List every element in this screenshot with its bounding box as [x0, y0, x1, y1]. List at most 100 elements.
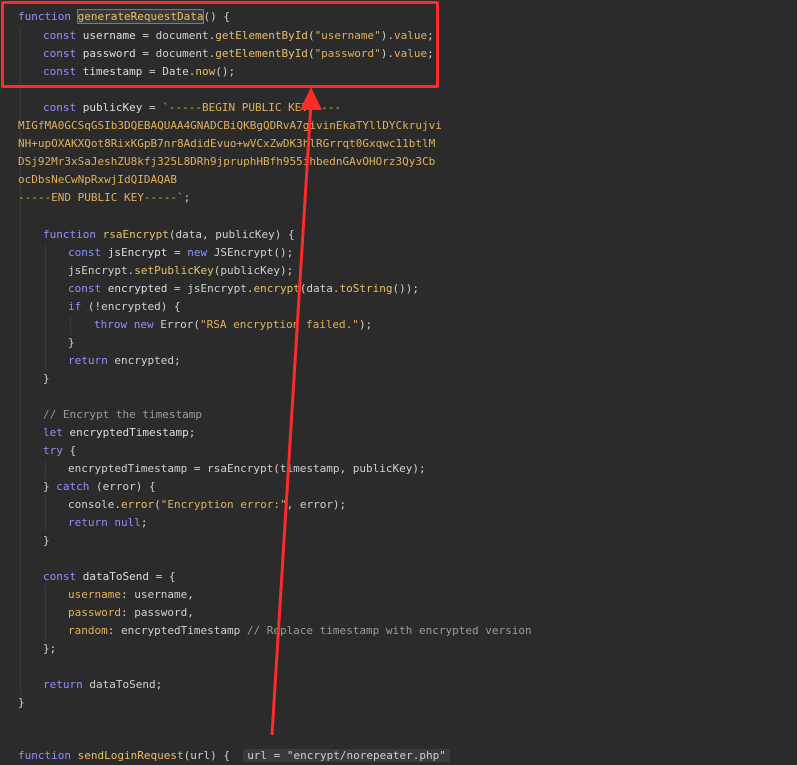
code-token: sendLoginRequest — [77, 749, 184, 762]
code-token: }; — [43, 642, 57, 655]
code-token: return — [68, 354, 115, 367]
code-line[interactable]: function sendLoginRequest(url) { url = "… — [18, 747, 450, 765]
code-token: function — [18, 749, 78, 762]
code-token: ; — [183, 191, 191, 204]
indent-guide — [45, 460, 46, 478]
code-line[interactable]: return encrypted; — [68, 352, 181, 370]
code-token: ); — [358, 318, 373, 331]
indent-guide — [70, 316, 71, 334]
code-token: "Encryption error:" — [160, 498, 287, 511]
code-line[interactable]: const encrypted = jsEncrypt.encrypt(data… — [68, 280, 419, 298]
code-token: ocDbsNeCwNpRxwjIdQIDAQAB — [18, 173, 177, 186]
code-token: (!encrypted) { — [87, 300, 181, 313]
code-token: if — [68, 300, 88, 313]
code-token: encrypted — [107, 282, 168, 295]
code-token: const — [68, 246, 108, 259]
code-token: dataToSend; — [89, 678, 163, 691]
code-token: encryptedTimestamp = rsaEncrypt(timestam… — [68, 462, 426, 475]
code-token: ()); — [392, 282, 420, 295]
code-token: catch — [56, 480, 96, 493]
code-token: = — [167, 246, 188, 259]
code-token: = { — [148, 570, 176, 583]
annotation-highlight-box — [1, 1, 439, 88]
code-line[interactable]: try { — [43, 442, 76, 460]
code-token: encryptedTimestamp — [69, 426, 189, 439]
code-token: // Encrypt the timestamp — [43, 408, 202, 421]
code-token: // Replace timestamp with encrypted vers… — [246, 624, 532, 637]
code-token: = jsEncrypt. — [167, 282, 254, 295]
code-line[interactable]: encryptedTimestamp = rsaEncrypt(timestam… — [68, 460, 426, 478]
code-token: MIGfMA0GCSqGSIb3DQEBAQUAA4GNADCBiQKBgQDR… — [18, 119, 442, 132]
code-token: new — [187, 246, 214, 259]
code-token: function — [43, 228, 103, 241]
code-token: : encryptedTimestamp — [107, 624, 247, 637]
code-line[interactable]: password: password, — [68, 604, 194, 622]
code-token: return — [43, 678, 90, 691]
code-line[interactable]: const dataToSend = { — [43, 568, 175, 586]
code-token: ( — [154, 498, 161, 511]
code-token: throw new — [94, 318, 161, 331]
code-token: rsaEncrypt — [102, 228, 169, 241]
code-token: ; — [140, 516, 148, 529]
code-line[interactable]: NH+upOXAKXQot8RixKGpB7nr8AdidEvuo+wVCxZw… — [18, 135, 435, 153]
code-line[interactable]: // Encrypt the timestamp — [43, 406, 202, 424]
code-token: (publicKey); — [213, 264, 294, 277]
code-line[interactable]: if (!encrypted) { — [68, 298, 181, 316]
code-token: DSj92Mr3xSaJeshZU8kfj325L8DRh9jpruphHBfh… — [18, 155, 436, 168]
code-token: JSEncrypt(); — [213, 246, 294, 259]
code-token: encrypted; — [114, 354, 181, 367]
code-token: = — [142, 101, 163, 114]
code-line[interactable]: console.error("Encryption error:", error… — [68, 496, 346, 514]
code-line[interactable]: } — [43, 370, 50, 388]
code-line[interactable]: const publicKey = `-----BEGIN PUBLIC KEY… — [43, 99, 341, 117]
indent-guide — [45, 496, 46, 532]
code-token: } — [68, 336, 75, 349]
code-line[interactable]: return null; — [68, 514, 147, 532]
code-token: -----END PUBLIC KEY-----` — [18, 191, 184, 204]
code-token: "RSA encryption failed." — [199, 318, 359, 331]
code-token: setPublicKey — [134, 264, 214, 277]
code-token: const — [43, 570, 83, 583]
code-token: error — [120, 498, 155, 511]
code-line[interactable]: } — [18, 694, 25, 712]
code-token: } — [43, 372, 50, 385]
code-token: jsEncrypt. — [68, 264, 135, 277]
code-token: NH+upOXAKXQot8RixKGpB7nr8AdidEvuo+wVCxZw… — [18, 137, 436, 150]
code-line[interactable]: random: encryptedTimestamp // Replace ti… — [68, 622, 532, 640]
code-line[interactable]: jsEncrypt.setPublicKey(publicKey); — [68, 262, 293, 280]
code-token: return null — [68, 516, 141, 529]
code-line[interactable]: } catch (error) { — [43, 478, 156, 496]
code-token: toString — [339, 282, 393, 295]
code-token: jsEncrypt — [107, 246, 168, 259]
code-token: let — [43, 426, 70, 439]
code-line[interactable]: throw new Error("RSA encryption failed."… — [94, 316, 372, 334]
code-line[interactable]: let encryptedTimestamp; — [43, 424, 195, 442]
code-token: (url) { — [183, 749, 244, 762]
indent-guide — [45, 586, 46, 640]
code-token: username — [68, 588, 121, 601]
code-token: try — [43, 444, 70, 457]
code-editor[interactable]: function generateRequestData() {const us… — [0, 0, 797, 765]
code-token: `-----BEGIN PUBLIC KEY----- — [162, 101, 342, 114]
code-token: const — [68, 282, 108, 295]
code-token: console. — [68, 498, 121, 511]
code-token: ; — [188, 426, 196, 439]
code-line[interactable]: } — [68, 334, 75, 352]
code-line[interactable]: ocDbsNeCwNpRxwjIdQIDAQAB — [18, 171, 177, 189]
code-line[interactable]: }; — [43, 640, 56, 658]
code-token: } — [43, 480, 57, 493]
code-line[interactable]: username: username, — [68, 586, 194, 604]
code-token: encrypt — [253, 282, 300, 295]
code-line[interactable]: DSj92Mr3xSaJeshZU8kfj325L8DRh9jpruphHBfh… — [18, 153, 435, 171]
code-line[interactable]: const jsEncrypt = new JSEncrypt(); — [68, 244, 293, 262]
code-token: : username, — [120, 588, 194, 601]
code-token: (data, publicKey) { — [168, 228, 295, 241]
code-token: } — [18, 696, 25, 709]
code-line[interactable]: -----END PUBLIC KEY-----`; — [18, 189, 190, 207]
code-line[interactable]: MIGfMA0GCSqGSIb3DQEBAQUAA4GNADCBiQKBgQDR… — [18, 117, 442, 135]
code-token: (data. — [299, 282, 340, 295]
code-line[interactable]: function rsaEncrypt(data, publicKey) { — [43, 226, 295, 244]
code-line[interactable]: return dataToSend; — [43, 676, 162, 694]
code-line[interactable]: } — [43, 532, 50, 550]
code-token: } — [43, 534, 50, 547]
